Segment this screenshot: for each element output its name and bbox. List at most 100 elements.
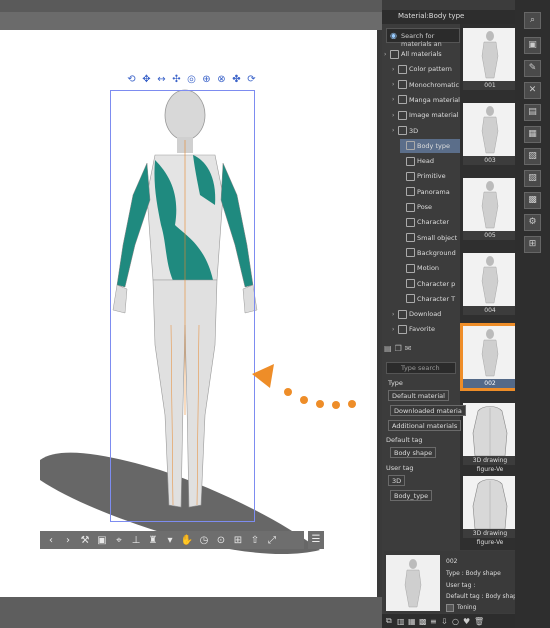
search-panel-icon[interactable]: ⌕ [524, 12, 541, 29]
sub-tool-icon[interactable]: ✎ [524, 60, 541, 77]
tree-item[interactable]: Motion [400, 261, 460, 275]
tree-item[interactable]: › Color pattern [392, 62, 460, 76]
default-material-button[interactable]: Default material [388, 390, 449, 401]
history-icon[interactable]: ▧ [524, 148, 541, 165]
grid-large-icon[interactable]: ▩ [419, 617, 428, 626]
move-plane-icon[interactable]: ✣ [170, 73, 183, 86]
clock-icon[interactable]: ◷ [197, 535, 211, 546]
material-thumbnail[interactable]: 3D drawing figure-Ve [463, 476, 517, 546]
grid-small-icon[interactable]: ▦ [408, 617, 417, 626]
layer-icon[interactable]: ▥ [397, 617, 406, 626]
folder-icon [390, 49, 399, 59]
tree-item[interactable]: Pose [400, 200, 460, 214]
rotate-y-icon[interactable]: ⊕ [200, 73, 213, 86]
folder-icon [406, 233, 415, 243]
toning-checkbox[interactable] [446, 604, 454, 612]
wrench-icon[interactable]: ⚒ [78, 535, 92, 546]
material-panel-icon[interactable]: ▦ [524, 126, 541, 143]
settings-icon[interactable]: ○ [452, 617, 461, 626]
body-figure-preview [481, 329, 499, 377]
pose-icon[interactable]: ♜ [146, 535, 160, 546]
user-tag-3d-button[interactable]: 3D [388, 475, 406, 486]
next-icon[interactable]: › [61, 535, 75, 546]
properties-icon[interactable]: ▨ [524, 170, 541, 187]
tree-item-label: Small object [417, 233, 458, 242]
download-icon[interactable]: ⇩ [441, 617, 450, 626]
search-placeholder: Search for materials an [401, 32, 442, 48]
camera-rotate-icon[interactable]: ⟲ [125, 73, 138, 86]
folder-icon[interactable]: ▤ [384, 344, 392, 356]
tree-item[interactable]: Body type [400, 138, 460, 153]
focus-icon[interactable]: ⌖ [112, 535, 126, 546]
paste-icon[interactable]: ⧉ [386, 616, 395, 626]
tree-item[interactable]: › 3D [392, 124, 460, 138]
material-thumbnail[interactable]: 004 [463, 253, 517, 315]
object-bounding-box[interactable] [110, 90, 255, 522]
tree-item-label: Color pattern [409, 65, 452, 74]
additional-materials-button[interactable]: Additional materials [388, 420, 462, 431]
search-icon: ◉ [390, 31, 397, 40]
reset-camera-icon[interactable]: ⟳ [245, 73, 258, 86]
material-thumbnail[interactable]: 002 [460, 323, 520, 391]
navigator-icon[interactable]: ▣ [524, 37, 541, 54]
material-thumbnail[interactable]: 001 [463, 28, 517, 90]
folder-icon [398, 80, 407, 90]
tree-item[interactable]: Primitive [400, 169, 460, 183]
gift-icon[interactable]: ⊞ [231, 535, 245, 546]
rotate-x-icon[interactable]: ◎ [185, 73, 198, 86]
camera-pan-icon[interactable]: ✥ [140, 73, 153, 86]
object-toolbar: ‹ › ⚒ ▣ ⌖ ⊥ ♜ ▾ ✋ ◷ ⊙ ⊞ ⇧ ⤢ [40, 531, 304, 549]
thumbnail-label: 002 [463, 379, 517, 388]
color-icon[interactable]: ▩ [524, 192, 541, 209]
tree-item[interactable]: Character T [400, 292, 460, 306]
tree-item[interactable]: Background [400, 246, 460, 260]
body-figure-preview [481, 181, 499, 229]
tree-item[interactable]: Character p [400, 277, 460, 291]
prev-icon[interactable]: ‹ [44, 535, 58, 546]
material-thumbnail[interactable]: 003 [463, 103, 517, 165]
thumbnail-label: 001 [463, 81, 517, 90]
camera-move-icon[interactable]: ↔ [155, 73, 168, 86]
tree-item[interactable]: › Download [392, 307, 460, 321]
rotate-z-icon[interactable]: ⊗ [215, 73, 228, 86]
mail-icon[interactable]: ✉ [405, 344, 412, 356]
dropdown-icon[interactable]: ▾ [163, 535, 177, 546]
tree-item-label: Body type [417, 141, 450, 150]
downloaded-materials-button[interactable]: Downloaded materia [390, 405, 466, 416]
list-icon[interactable]: ≡ [430, 617, 439, 626]
thumbnail-label: 005 [463, 231, 517, 240]
frame-icon[interactable]: ▣ [95, 535, 109, 546]
move-3d-icon[interactable]: ✤ [230, 73, 243, 86]
copy-icon[interactable]: ❐ [395, 344, 402, 356]
grid-panel-icon[interactable]: ⊞ [524, 236, 541, 253]
tree-item[interactable]: › Manga material [392, 93, 460, 107]
user-tag-body-type-button[interactable]: Body_type [390, 490, 433, 501]
folder-icon [398, 324, 407, 334]
tree-item[interactable]: Character [400, 215, 460, 229]
tree-item[interactable]: › Image material [392, 108, 460, 122]
object-menu-button[interactable]: ☰ [308, 531, 324, 549]
lock-icon[interactable]: ⊙ [214, 535, 228, 546]
delete-icon[interactable]: 🗑 [474, 617, 484, 626]
tree-item[interactable]: › Favorite [392, 322, 460, 336]
tag-search-input[interactable]: Type search [386, 362, 456, 374]
tool-settings-icon[interactable]: ⚙ [524, 214, 541, 231]
material-search-input[interactable]: ◉ Search for materials an [386, 28, 460, 48]
body-figure-preview [472, 406, 508, 457]
tree-item[interactable]: › Monochromatic [392, 78, 460, 92]
tree-item[interactable]: Head [400, 154, 460, 168]
tree-item-label: Manga material [408, 95, 460, 104]
favorite-icon[interactable]: ♥ [463, 617, 472, 626]
body-shape-tag-button[interactable]: Body shape [390, 447, 437, 458]
tree-item[interactable]: › All materials [384, 47, 460, 61]
expand-icon[interactable]: ⤢ [265, 535, 279, 546]
layer-panel-icon[interactable]: ▤ [524, 104, 541, 121]
tree-item[interactable]: Panorama [400, 185, 460, 199]
ground-icon[interactable]: ⊥ [129, 535, 143, 546]
close-panel-icon[interactable]: ✕ [524, 82, 541, 99]
material-thumbnail[interactable]: 3D drawing figure-Ve [463, 403, 517, 473]
tree-item[interactable]: Small object [400, 231, 460, 245]
material-thumbnail[interactable]: 005 [463, 178, 517, 240]
upload-icon[interactable]: ⇧ [248, 535, 262, 546]
hand-icon[interactable]: ✋ [180, 535, 194, 546]
